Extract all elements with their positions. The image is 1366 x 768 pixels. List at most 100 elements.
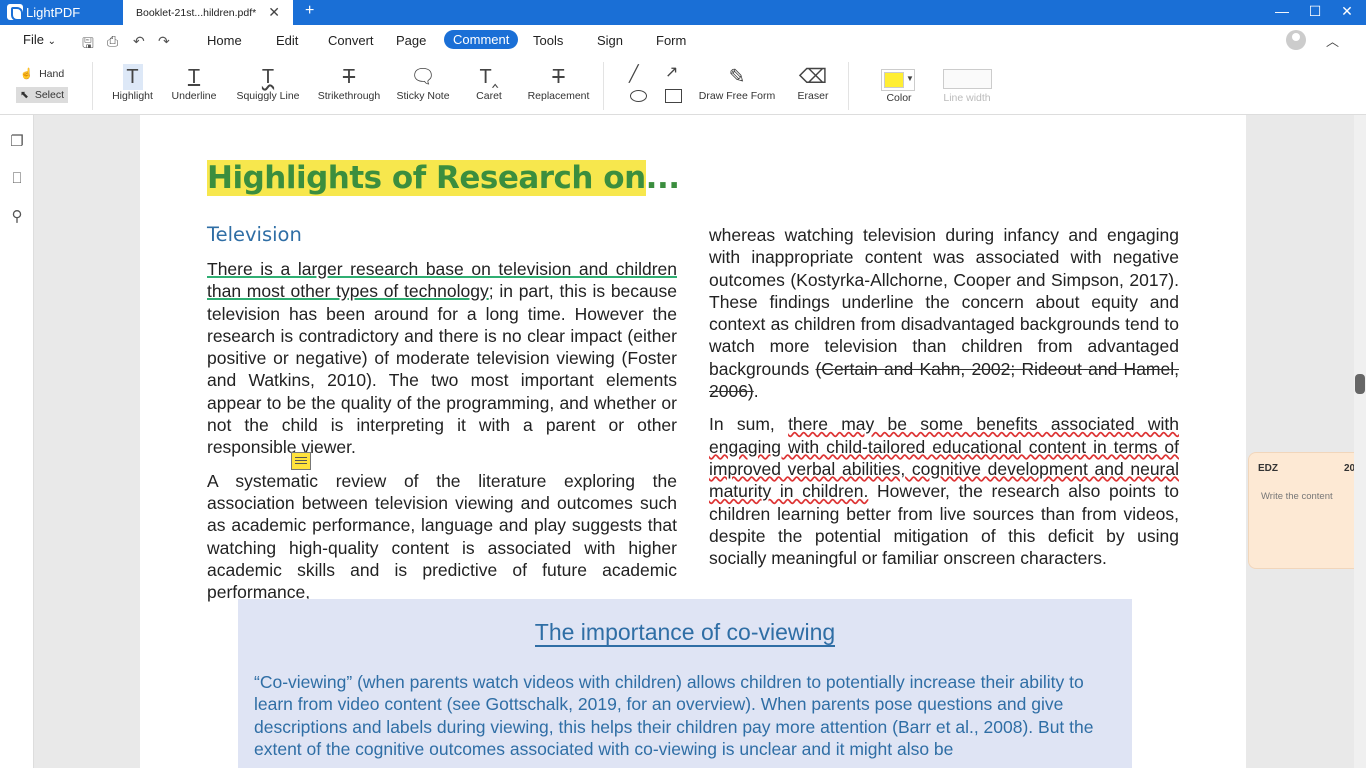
sticky-note-tool[interactable]: 🗨 Sticky Note — [396, 64, 450, 102]
menu-sign[interactable]: Sign — [597, 33, 623, 48]
draw-free-form-tool[interactable]: ✎ Draw Free Form — [697, 64, 777, 102]
highlight-icon: T — [122, 64, 143, 90]
menu-tools[interactable]: Tools — [533, 33, 563, 48]
chevron-up-icon[interactable]: ︿ — [1326, 31, 1339, 50]
rectangle-icon[interactable] — [665, 89, 682, 103]
comment-toolbar: ☝ Hand ⬉ Select T Highlight T Underline … — [0, 56, 1366, 115]
menu-edit[interactable]: Edit — [276, 33, 298, 48]
avatar[interactable] — [1286, 30, 1306, 50]
document-tab[interactable]: Booklet-21st...hildren.pdf* ✕ — [123, 0, 293, 25]
new-tab-button[interactable]: + — [305, 2, 314, 20]
underline-tool[interactable]: T Underline — [170, 64, 218, 102]
file-menu-label: File — [23, 32, 44, 47]
scrollbar-thumb[interactable] — [1355, 374, 1365, 394]
menu-form[interactable]: Form — [656, 33, 686, 48]
squiggly-line-label: Squiggly Line — [236, 90, 300, 102]
box-title: The importance of co-viewing — [238, 619, 1132, 647]
underline-icon: T — [187, 66, 201, 88]
comment-card[interactable]: EDZ 20 Write the content — [1248, 452, 1366, 569]
pdf-page[interactable]: Highlights of Research on... Television … — [140, 115, 1246, 768]
right-column: whereas watching television during infan… — [709, 224, 1179, 580]
app-tab[interactable]: LightPDF — [0, 0, 123, 25]
search-icon[interactable]: ⚲ — [9, 207, 25, 225]
section-heading: Television — [207, 223, 302, 246]
menu-home[interactable]: Home — [207, 33, 242, 48]
maximize-button[interactable]: ☐ — [1305, 3, 1325, 20]
comment-author: EDZ — [1258, 463, 1278, 474]
ellipse-icon[interactable] — [630, 90, 647, 102]
caret-tool[interactable]: T‸ Caret — [472, 64, 506, 102]
hand-icon: ☝ — [20, 68, 34, 80]
close-tab-icon[interactable]: ✕ — [268, 4, 280, 21]
line-width-label: Line width — [943, 92, 991, 104]
close-window-button[interactable]: ✕ — [1337, 3, 1357, 20]
color-swatch — [884, 72, 904, 88]
strikethrough-icon: T — [342, 66, 356, 88]
strikethrough-tool[interactable]: T Strikethrough — [317, 64, 381, 102]
highlighted-title[interactable]: Highlights of Research on — [207, 160, 646, 196]
right-gutter — [1246, 115, 1366, 768]
box-text: “Co-viewing” (when parents watch videos … — [254, 672, 1094, 759]
highlight-tool[interactable]: T Highlight — [110, 64, 155, 102]
cursor-icon: ⬉ — [20, 89, 29, 101]
menu-comment[interactable]: Comment — [444, 30, 519, 49]
squiggly-line-tool[interactable]: T Squiggly Line — [234, 64, 302, 102]
line-width-input[interactable] — [943, 69, 992, 89]
replacement-label: Replacement — [527, 90, 590, 102]
lightpdf-logo-icon — [7, 4, 23, 21]
replacement-icon: T — [552, 66, 565, 88]
undo-icon[interactable]: ↶ — [133, 33, 145, 50]
caret-label: Caret — [476, 90, 502, 102]
paragraph-text: In sum, — [709, 414, 789, 435]
arrow-icon[interactable]: ↗ — [665, 62, 678, 82]
highlight-label: Highlight — [112, 90, 153, 102]
eraser-icon: ⌫ — [798, 66, 828, 88]
pages-icon[interactable]: ❐ — [9, 132, 25, 150]
paragraph: whereas watching television during infan… — [709, 224, 1179, 402]
sticky-note-label: Sticky Note — [396, 90, 450, 102]
chevron-down-icon: ▼ — [906, 74, 914, 83]
caret-icon: T‸ — [479, 66, 499, 88]
color-label: Color — [886, 92, 912, 104]
separator — [848, 62, 849, 110]
paragraph-text: ; in part, this is because television ha… — [207, 281, 677, 458]
sticky-note-annotation[interactable] — [291, 452, 311, 470]
file-menu[interactable]: File ⌄ — [23, 32, 56, 47]
comment-input[interactable]: Write the content — [1261, 491, 1333, 502]
eraser-tool[interactable]: ⌫ Eraser — [795, 64, 831, 102]
title-ellipsis: ... — [645, 160, 680, 196]
sticky-note-icon: 🗨 — [410, 66, 436, 88]
minimize-button[interactable]: — — [1272, 3, 1292, 19]
left-column: There is a larger research base on telev… — [207, 258, 677, 614]
app-name: LightPDF — [26, 5, 81, 20]
paragraph-text: whereas watching television during infan… — [709, 225, 1179, 379]
box-title-text: The importance of co-viewing — [534, 619, 836, 647]
menu-convert[interactable]: Convert — [328, 33, 374, 48]
replacement-tool[interactable]: T Replacement — [525, 64, 592, 102]
strikethrough-label: Strikethrough — [317, 90, 381, 102]
squiggly-line-icon: T — [261, 66, 275, 88]
co-viewing-box: The importance of co-viewing “Co-viewing… — [238, 599, 1132, 768]
paragraph: In sum, there may be some benefits assoc… — [709, 413, 1179, 569]
eraser-label: Eraser — [797, 90, 829, 102]
hand-tool[interactable]: ☝ Hand — [16, 65, 68, 82]
select-tool[interactable]: ⬉ Select — [16, 87, 68, 103]
draw-free-form-label: Draw Free Form — [698, 90, 776, 102]
redo-icon[interactable]: ↷ — [158, 33, 170, 50]
bookmark-icon[interactable]: ⎕ — [9, 170, 25, 188]
pen-icon: ✎ — [728, 66, 746, 88]
title-bar: LightPDF Booklet-21st...hildren.pdf* ✕ +… — [0, 0, 1366, 25]
save-icon[interactable]: 🖫 — [82, 33, 94, 57]
chevron-down-icon: ⌄ — [47, 36, 56, 47]
select-tool-label: Select — [34, 89, 64, 101]
page-title: Highlights of Research on... — [207, 160, 680, 196]
paragraph: A systematic review of the literature ex… — [207, 470, 677, 603]
print-icon[interactable]: ⎙ — [107, 33, 118, 50]
menu-page[interactable]: Page — [396, 33, 426, 48]
menu-bar: File ⌄ 🖫 ⎙ ↶ ↷ Home Edit Convert Page Co… — [0, 25, 1366, 56]
left-sidebar: ❐ ⎕ ⚲ — [0, 115, 34, 768]
line-icon[interactable]: ╱ — [629, 64, 639, 84]
document-tab-label: Booklet-21st...hildren.pdf* — [136, 6, 257, 19]
paragraph: There is a larger research base on telev… — [207, 258, 677, 459]
scrollbar[interactable] — [1354, 115, 1366, 768]
